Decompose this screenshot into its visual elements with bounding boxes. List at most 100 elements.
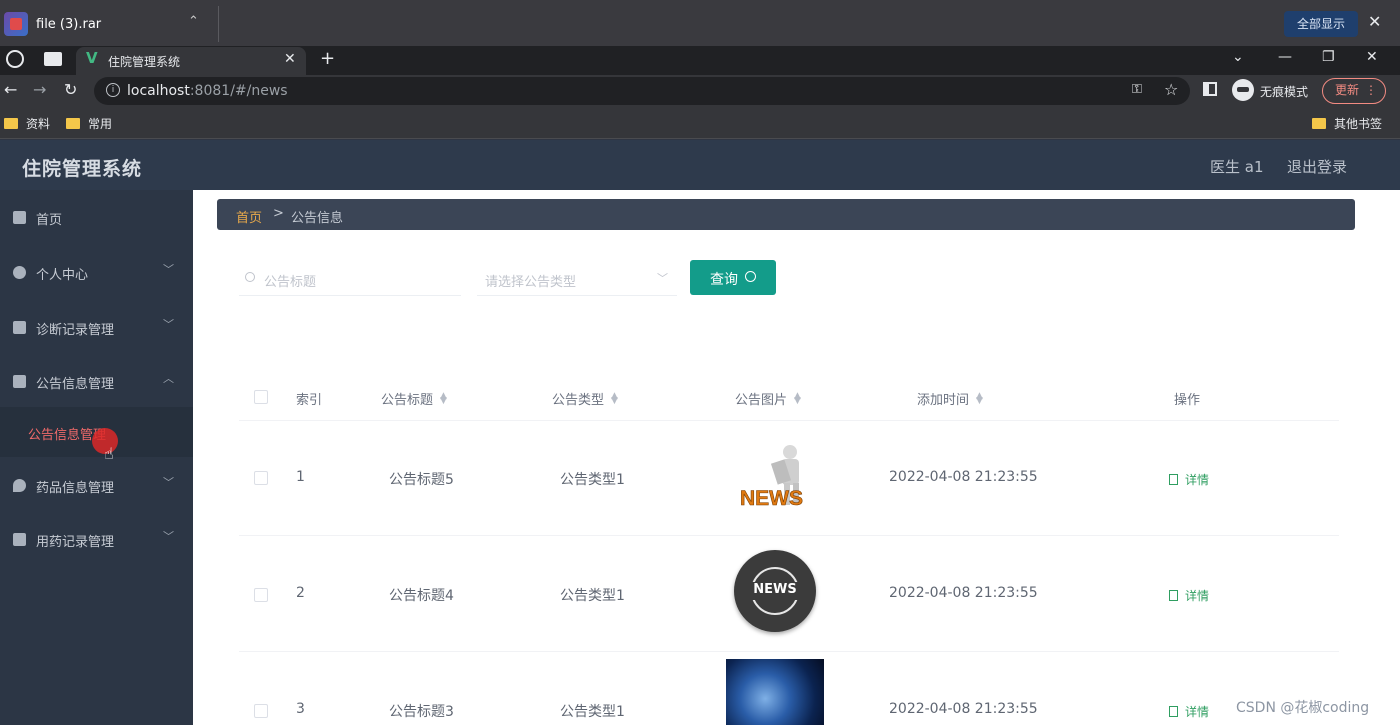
- address-bar: ← → ↻ i localhost:8081/#/news ⚿ ☆ 无痕模式 更…: [0, 75, 1400, 107]
- key-icon[interactable]: ⚿: [1132, 82, 1142, 97]
- chevron-down-icon: ﹀: [657, 272, 668, 285]
- tab-search-icon[interactable]: ⌄: [1232, 49, 1244, 65]
- chevron-up-icon: ︿: [163, 372, 174, 385]
- sidebar-item-label: 个人中心: [36, 268, 89, 283]
- detail-link[interactable]: 详情: [1169, 471, 1209, 488]
- divider: [218, 6, 219, 42]
- news-image-3d[interactable]: NEWS: [738, 443, 810, 513]
- row-checkbox[interactable]: [254, 588, 268, 602]
- title-search-input[interactable]: 公告标题: [239, 262, 461, 296]
- breadcrumb-home[interactable]: 首页: [236, 207, 262, 226]
- url-text[interactable]: localhost:8081/#/news: [127, 83, 288, 99]
- chevron-down-icon: ﹀: [163, 476, 174, 489]
- incognito-label[interactable]: 无痕模式: [1260, 83, 1308, 100]
- col-header-type[interactable]: 公告类型 ▲ ▼: [552, 389, 618, 409]
- sidebar-item-personal-center[interactable]: 个人中心 ﹀: [0, 245, 193, 299]
- other-bookmarks[interactable]: 其他书签: [1312, 115, 1382, 132]
- cell-time: 2022-04-08 21:23:55: [889, 585, 1038, 601]
- row-checkbox[interactable]: [254, 471, 268, 485]
- back-icon[interactable]: ←: [4, 80, 17, 99]
- bookmark-folder-1[interactable]: 资料: [4, 115, 50, 132]
- col-header-label: 公告标题: [381, 393, 434, 408]
- news-globe-image[interactable]: NEWS: [734, 550, 816, 632]
- download-file-name[interactable]: file (3).rar: [36, 17, 101, 32]
- col-header-actions: 操作: [1174, 393, 1201, 408]
- query-button[interactable]: 查询: [690, 260, 776, 295]
- home-icon: [13, 211, 26, 224]
- sort-icon: ▲ ▼: [440, 391, 447, 406]
- detail-label: 详情: [1185, 589, 1210, 603]
- row-checkbox[interactable]: [254, 704, 268, 718]
- sidebar-item-home[interactable]: 首页: [0, 190, 193, 244]
- cell-type: 公告类型1: [560, 704, 625, 720]
- sidebar-item-medicine[interactable]: 药品信息管理 ﹀: [0, 458, 193, 512]
- cell-time: 2022-04-08 21:23:55: [889, 701, 1038, 717]
- bookmark-star-icon[interactable]: ☆: [1164, 80, 1178, 99]
- row-divider: [239, 420, 1339, 421]
- sidebar-item-medication-records[interactable]: 用药记录管理 ﹀: [0, 512, 193, 566]
- show-all-button[interactable]: 全部显示: [1284, 11, 1358, 37]
- breadcrumb: 首页 > 公告信息: [217, 199, 1355, 230]
- col-header-title[interactable]: 公告标题 ▲ ▼: [381, 389, 447, 409]
- cell-time: 2022-04-08 21:23:55: [889, 469, 1038, 485]
- hand-cursor-icon: ☝: [104, 444, 114, 463]
- tab-close-icon[interactable]: ✕: [284, 51, 296, 67]
- update-label: 更新: [1335, 83, 1360, 97]
- select-all-checkbox[interactable]: [254, 390, 268, 404]
- url-field[interactable]: i localhost:8081/#/news ⚿ ☆: [94, 77, 1190, 105]
- detail-label: 详情: [1185, 705, 1210, 719]
- col-header-label: 公告类型: [552, 393, 605, 408]
- news-word: NEWS: [753, 582, 797, 597]
- col-header-index: 索引: [296, 393, 323, 408]
- sidebar-item-label: 用药记录管理: [36, 535, 115, 550]
- news-blue-image[interactable]: [726, 659, 824, 725]
- app-header: 住院管理系统 医生 a1 退出登录: [0, 140, 1400, 190]
- search-placeholder: 公告标题: [264, 275, 317, 290]
- main-content: 首页 > 公告信息 公告标题 请选择公告类型 ﹀ 查询 索引 公告标题 ▲ ▼ 公告…: [193, 190, 1400, 725]
- logout-link[interactable]: 退出登录: [1287, 156, 1347, 177]
- user-name: 医生 a1: [1210, 158, 1264, 176]
- news-word: NEWS: [740, 487, 803, 510]
- chevron-up-icon[interactable]: ⌃: [188, 14, 199, 29]
- sidebar-item-notices[interactable]: 公告信息管理 ︿: [0, 354, 193, 408]
- sidebar-item-label: 药品信息管理: [36, 481, 115, 496]
- forward-icon[interactable]: →: [33, 80, 46, 99]
- vue-logo-icon: V: [86, 49, 98, 67]
- detail-link[interactable]: 详情: [1169, 703, 1209, 720]
- browser-tab[interactable]: V 住院管理系统 ✕: [76, 47, 306, 75]
- sidebar-item-label: 诊断记录管理: [36, 323, 115, 338]
- type-select[interactable]: 请选择公告类型 ﹀: [477, 262, 677, 296]
- window-icon[interactable]: [44, 52, 62, 66]
- info-icon[interactable]: i: [106, 83, 120, 97]
- bookmark-label: 资料: [26, 117, 51, 131]
- bookmark-folder-2[interactable]: 常用: [66, 115, 112, 132]
- folder-icon: [4, 118, 18, 129]
- col-header-image[interactable]: 公告图片 ▲ ▼: [735, 389, 801, 409]
- cell-index: 1: [296, 469, 305, 485]
- close-icon[interactable]: ✕: [1368, 12, 1381, 31]
- user-icon: [13, 266, 26, 279]
- search-icon: [245, 272, 255, 282]
- col-header-time[interactable]: 添加时间 ▲ ▼: [917, 389, 983, 409]
- col-header-label: 公告图片: [735, 393, 788, 408]
- url-host: localhost: [127, 83, 190, 99]
- rar-file-icon: [4, 12, 28, 36]
- detail-link[interactable]: 详情: [1169, 587, 1209, 604]
- sidebar-item-diagnosis[interactable]: 诊断记录管理 ﹀: [0, 300, 193, 354]
- select-placeholder: 请选择公告类型: [485, 275, 577, 290]
- sidebar-item-label: 首页: [36, 213, 63, 228]
- cell-title: 公告标题4: [389, 588, 454, 604]
- restore-icon[interactable]: ❐: [1322, 49, 1335, 65]
- new-tab-icon[interactable]: +: [320, 48, 335, 69]
- window-close-icon[interactable]: ✕: [1366, 49, 1378, 65]
- cell-title: 公告标题3: [389, 704, 454, 720]
- globe-icon[interactable]: [6, 50, 24, 68]
- chat-icon: [13, 321, 26, 334]
- update-button[interactable]: 更新 ⋮: [1322, 78, 1386, 104]
- clipboard-icon: [13, 533, 26, 546]
- breadcrumb-current: 公告信息: [291, 211, 344, 226]
- minimize-icon[interactable]: —: [1278, 49, 1292, 65]
- incognito-icon[interactable]: [1232, 79, 1254, 101]
- reload-icon[interactable]: ↻: [64, 80, 77, 99]
- side-panel-icon[interactable]: [1203, 82, 1217, 96]
